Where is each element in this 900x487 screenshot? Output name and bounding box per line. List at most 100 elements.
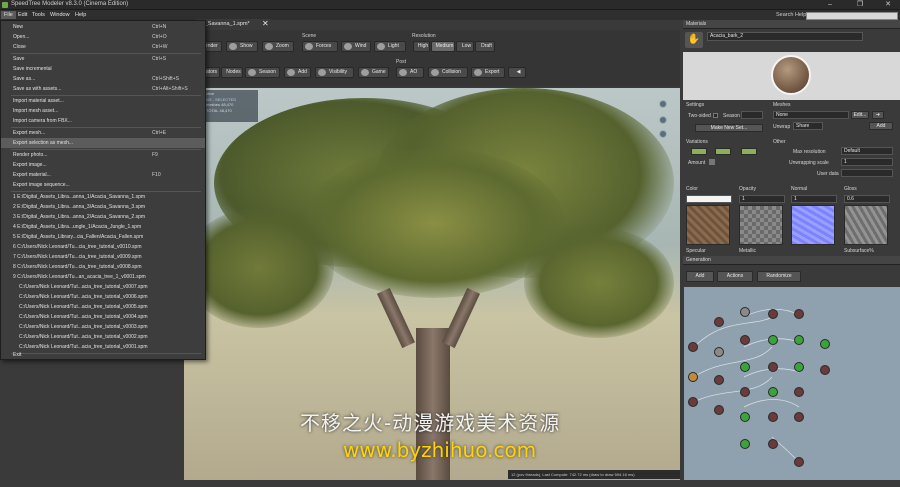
recent-file-item[interactable]: C:/Users/Nick Leonard/Tut...acia_tree_tu… bbox=[1, 292, 205, 302]
recent-file-item[interactable]: 3 E:/Digital_Assets_Libra...anna_2/Acaci… bbox=[1, 212, 205, 222]
generation-actions-button[interactable]: Actions bbox=[717, 271, 753, 282]
back-arrow-button[interactable]: ◀ bbox=[508, 67, 526, 78]
graph-node[interactable] bbox=[714, 375, 724, 385]
recent-file-item[interactable]: C:/Users/Nick Leonard/Tut...acia_tree_tu… bbox=[1, 332, 205, 342]
graph-node[interactable] bbox=[768, 309, 778, 319]
hand-icon[interactable]: ✋ bbox=[685, 32, 703, 48]
recent-file-item[interactable]: 8 C:/Users/Nick Leonard/Tu...cia_tree_tu… bbox=[1, 262, 205, 272]
generation-randomize-button[interactable]: Randomize bbox=[757, 271, 801, 282]
menu-tools[interactable]: Tools bbox=[29, 11, 48, 19]
menu-window[interactable]: Window bbox=[47, 11, 73, 19]
graph-node[interactable] bbox=[740, 387, 750, 397]
edit-mesh-button[interactable]: Edit... bbox=[851, 111, 869, 119]
color-texture-thumbnail[interactable] bbox=[686, 205, 730, 245]
resolution-high-button[interactable]: High bbox=[413, 41, 430, 52]
graph-node[interactable] bbox=[794, 335, 804, 345]
recent-file-item[interactable]: 7 C:/Users/Nick Leonard/Tu...cia_tree_tu… bbox=[1, 252, 205, 262]
visibility-button[interactable]: Visibility bbox=[315, 67, 354, 78]
game-button[interactable]: Game bbox=[358, 67, 389, 78]
graph-node[interactable] bbox=[768, 335, 778, 345]
gloss-texture-thumbnail[interactable] bbox=[844, 205, 888, 245]
orbit-gizmo-icon[interactable] bbox=[659, 100, 667, 108]
graph-node[interactable] bbox=[768, 362, 778, 372]
graph-node[interactable] bbox=[794, 457, 804, 467]
menu-item-import-camera[interactable]: Import camera from FBX... bbox=[1, 116, 205, 126]
menu-item-render-photo[interactable]: Render photo... F9 bbox=[1, 150, 205, 160]
recent-file-item[interactable]: C:/Users/Nick Leonard/Tut...acia_tree_tu… bbox=[1, 302, 205, 312]
opacity-texture-thumbnail[interactable] bbox=[739, 205, 783, 245]
graph-node[interactable] bbox=[768, 439, 778, 449]
user-data-field[interactable] bbox=[841, 169, 893, 177]
menu-item-export-material[interactable]: Export material... F10 bbox=[1, 170, 205, 180]
graph-node[interactable] bbox=[740, 307, 750, 317]
variation-swatch[interactable] bbox=[715, 148, 731, 155]
menu-item-exit[interactable]: Exit bbox=[1, 350, 205, 360]
max-resolution-select[interactable]: Default bbox=[841, 147, 893, 155]
unwrap-select[interactable]: Share bbox=[793, 122, 823, 130]
ao-button[interactable]: AO bbox=[396, 67, 424, 78]
maximize-button[interactable]: ❐ bbox=[850, 0, 870, 10]
graph-node[interactable] bbox=[714, 317, 724, 327]
resolution-draft-button[interactable]: Draft bbox=[475, 41, 495, 52]
recent-file-item[interactable]: C:/Users/Nick Leonard/Tut...acia_tree_tu… bbox=[1, 312, 205, 322]
graph-node[interactable] bbox=[740, 335, 750, 345]
pan-gizmo-icon[interactable] bbox=[659, 116, 667, 124]
graph-node[interactable] bbox=[794, 387, 804, 397]
graph-node[interactable] bbox=[740, 439, 750, 449]
menu-item-save-incremental[interactable]: Save incremental bbox=[1, 64, 205, 74]
resolution-low-button[interactable]: Low bbox=[456, 41, 474, 52]
light-button[interactable]: Light bbox=[374, 41, 406, 52]
resolution-medium-button[interactable]: Medium bbox=[431, 41, 455, 52]
mesh-select[interactable]: None bbox=[773, 111, 849, 119]
graph-node[interactable] bbox=[740, 362, 750, 372]
mesh-arrow-button[interactable]: ➜ bbox=[872, 111, 884, 119]
graph-node[interactable] bbox=[688, 397, 698, 407]
graph-node[interactable] bbox=[794, 362, 804, 372]
close-tab-icon[interactable]: ✕ bbox=[262, 19, 269, 29]
recent-file-item[interactable]: 1 E:/Digital_Assets_Libra...anna_1/Acaci… bbox=[1, 192, 205, 202]
show-button[interactable]: Show bbox=[226, 41, 258, 52]
wind-button[interactable]: Wind bbox=[341, 41, 371, 52]
two-sided-checkbox[interactable] bbox=[713, 113, 718, 118]
make-new-set-button[interactable]: Make New Set... bbox=[695, 124, 763, 132]
menu-help[interactable]: Help bbox=[72, 11, 89, 19]
recent-file-item[interactable]: 6 C:/Users/Nick Leonard/Tu...cia_tree_tu… bbox=[1, 242, 205, 252]
normal-value-field[interactable]: 1 bbox=[791, 195, 837, 203]
season-field[interactable] bbox=[741, 111, 763, 119]
menu-item-save-as-with-assets[interactable]: Save as with assets... Ctrl+Alt+Shift+S bbox=[1, 84, 205, 94]
recent-file-item[interactable]: C:/Users/Nick Leonard/Tut...acia_tree_tu… bbox=[1, 322, 205, 332]
search-help-input[interactable] bbox=[806, 12, 898, 20]
graph-node[interactable] bbox=[768, 412, 778, 422]
menu-item-save-as[interactable]: Save as... Ctrl+Shift+S bbox=[1, 74, 205, 84]
recent-file-item[interactable]: 5 E:/Digital_Assets_Library...cia_Fallen… bbox=[1, 232, 205, 242]
generation-add-button[interactable]: Add bbox=[686, 271, 714, 282]
amount-slider[interactable] bbox=[709, 159, 715, 165]
variation-swatch[interactable] bbox=[741, 148, 757, 155]
menu-item-import-mesh[interactable]: Import mesh asset... bbox=[1, 106, 205, 116]
export-button[interactable]: Export bbox=[471, 67, 505, 78]
recent-file-item[interactable]: 9 C:/Users/Nick Leonard/Tu...an_acacia_t… bbox=[1, 272, 205, 282]
graph-node[interactable] bbox=[794, 412, 804, 422]
add-mesh-button[interactable]: Add bbox=[869, 122, 893, 130]
dolly-gizmo-icon[interactable] bbox=[659, 130, 667, 138]
graph-node[interactable] bbox=[688, 342, 698, 352]
season-button[interactable]: Season bbox=[245, 67, 280, 78]
variation-swatch[interactable] bbox=[691, 148, 707, 155]
nodes-button[interactable]: Nodes bbox=[221, 67, 243, 78]
graph-node[interactable] bbox=[820, 365, 830, 375]
menu-item-export-mesh[interactable]: Export mesh... Ctrl+E bbox=[1, 128, 205, 138]
graph-node[interactable] bbox=[714, 405, 724, 415]
color-value-field[interactable] bbox=[686, 195, 732, 203]
zoom-button[interactable]: Zoom bbox=[262, 41, 294, 52]
material-name-dropdown[interactable]: Acacia_bark_2 bbox=[707, 32, 863, 41]
menu-item-save[interactable]: Save Ctrl+S bbox=[1, 54, 205, 64]
gloss-value-field[interactable]: 0.6 bbox=[844, 195, 890, 203]
graph-node[interactable] bbox=[740, 412, 750, 422]
graph-node[interactable] bbox=[820, 339, 830, 349]
menu-item-export-image-sequence[interactable]: Export image sequence... bbox=[1, 180, 205, 190]
menu-item-close[interactable]: Close Ctrl+W bbox=[1, 42, 205, 52]
unwrapping-scale-field[interactable]: 1 bbox=[841, 158, 893, 166]
graph-node[interactable] bbox=[714, 347, 724, 357]
opacity-value-field[interactable]: 1 bbox=[739, 195, 785, 203]
close-window-button[interactable]: ✕ bbox=[878, 0, 898, 10]
